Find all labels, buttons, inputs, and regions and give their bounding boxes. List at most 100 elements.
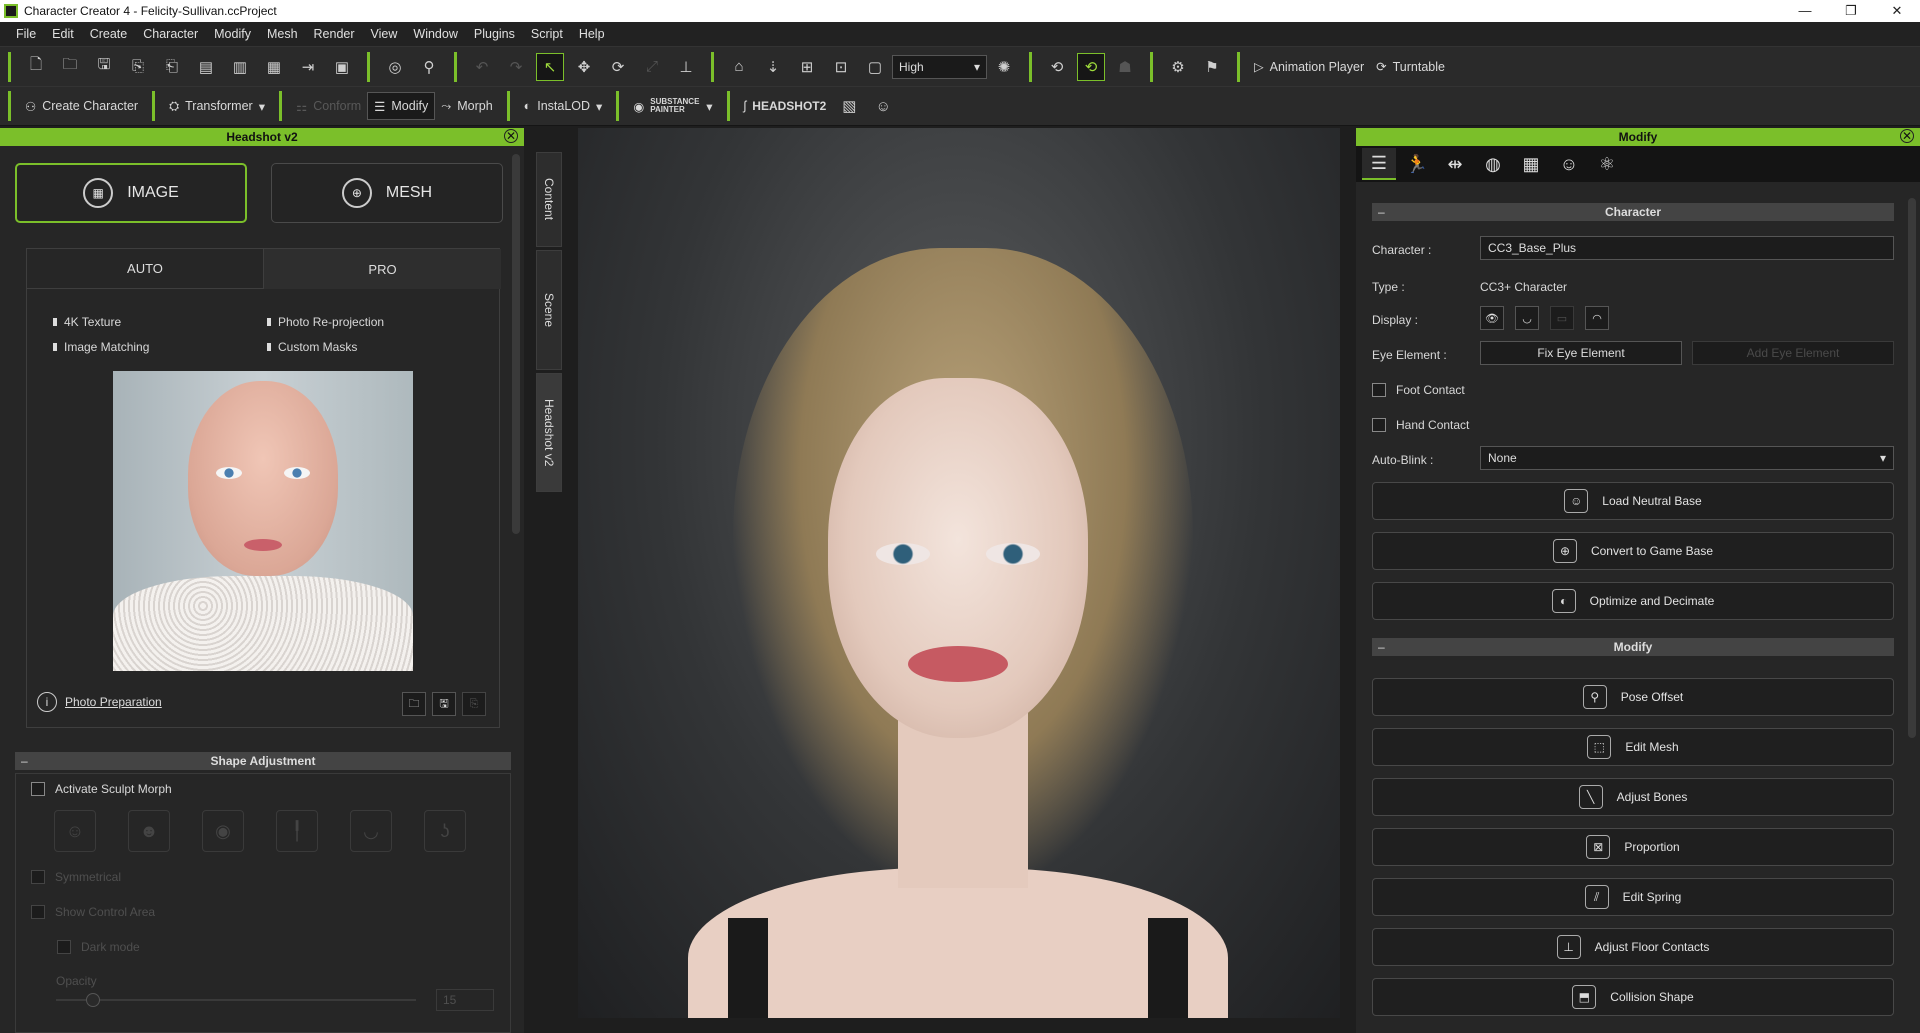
home-icon[interactable]: ⌂	[725, 53, 753, 81]
opacity-slider-handle[interactable]	[86, 993, 100, 1007]
menu-plugins[interactable]: Plugins	[466, 27, 523, 41]
select-arrow-icon[interactable]: ↖	[536, 52, 564, 81]
modify-section-header[interactable]: – Modify	[1372, 638, 1894, 656]
proportion-button[interactable]: ⊠ Proportion	[1372, 828, 1894, 866]
tab-pro[interactable]: PRO	[264, 249, 501, 289]
close-button[interactable]: ✕	[1874, 3, 1920, 19]
pose-offset-button[interactable]: ⚲ Pose Offset	[1372, 678, 1894, 716]
light-icon[interactable]: ✺	[990, 53, 1018, 81]
convert-game-base-button[interactable]: ⊕ Convert to Game Base	[1372, 532, 1894, 570]
material-tab-icon[interactable]: ◍	[1476, 148, 1510, 180]
menu-create[interactable]: Create	[82, 27, 136, 41]
import-icon[interactable]: ⎘	[124, 53, 152, 81]
texture-tab-icon[interactable]: ▦	[1514, 148, 1548, 180]
adjust-floor-contacts-button[interactable]: ⊥ Adjust Floor Contacts	[1372, 928, 1894, 966]
fix-eye-element-button[interactable]: Fix Eye Element	[1480, 341, 1682, 365]
new-file-icon[interactable]: 🗋	[22, 53, 50, 81]
menu-window[interactable]: Window	[405, 27, 465, 41]
dark-mode-checkbox[interactable]: Dark mode	[57, 940, 140, 954]
scale-icon[interactable]: ⤢	[638, 53, 666, 81]
morph-button[interactable]: ⤳ Morph	[435, 92, 498, 120]
adjust-bones-button[interactable]: ╲ Adjust Bones	[1372, 778, 1894, 816]
substance-painter-button[interactable]: ◉ SUBSTANCE PAINTER ▾	[627, 92, 718, 120]
menu-file[interactable]: File	[8, 27, 44, 41]
eyelid-icon[interactable]: ▭	[1550, 306, 1574, 330]
show-control-area-checkbox[interactable]: Show Control Area	[31, 905, 155, 919]
animation-player-button[interactable]: ▷ Animation Player	[1248, 53, 1370, 81]
fit-icon[interactable]: ⇣	[759, 53, 787, 81]
opacity-spinbox[interactable]: 15	[436, 989, 494, 1011]
send-icon[interactable]: ⇥	[294, 53, 322, 81]
mesh-mode-button[interactable]: ⊕ MESH	[271, 163, 503, 223]
attributes-tab-icon[interactable]: ☰	[1362, 148, 1396, 180]
xray-icon[interactable]: ☗	[1111, 53, 1139, 81]
3d-viewport[interactable]	[578, 128, 1340, 1018]
lower-lash-icon[interactable]: ◡	[1515, 306, 1539, 330]
activate-sculpt-checkbox[interactable]: Activate Sculpt Morph	[31, 782, 172, 796]
conform-button[interactable]: ⚏ Conform	[290, 92, 367, 120]
hand-contact-checkbox[interactable]: Hand Contact	[1372, 418, 1469, 432]
transformer-button[interactable]: ⛭ Transformer ▾	[163, 92, 271, 120]
save-icon[interactable]: 🖫	[432, 692, 456, 716]
optimize-decimate-button[interactable]: ◐ Optimize and Decimate	[1372, 582, 1894, 620]
physics-tab-icon[interactable]: ⚛	[1590, 148, 1624, 180]
menu-script[interactable]: Script	[523, 27, 571, 41]
tab-scene[interactable]: Scene	[536, 250, 562, 370]
open-folder-icon[interactable]: 🗀	[402, 692, 426, 716]
camera-icon[interactable]: ▢	[861, 53, 889, 81]
left-scrollbar[interactable]	[512, 154, 520, 534]
rotate-icon[interactable]: ⟳	[604, 53, 632, 81]
motion-tab-icon[interactable]: 🏃	[1400, 148, 1434, 180]
fbx-export-icon[interactable]: ▥	[226, 53, 254, 81]
redo-icon[interactable]: ↷	[502, 53, 530, 81]
character-icon[interactable]: ◎	[381, 53, 409, 81]
instalod-button[interactable]: ◐ InstaLOD ▾	[518, 92, 609, 120]
quality-dropdown[interactable]: High ▾	[892, 54, 987, 79]
open-folder-icon[interactable]: 🗀	[56, 53, 84, 81]
menu-modify[interactable]: Modify	[206, 27, 259, 41]
mouth-sculpt-icon[interactable]: ◡	[350, 810, 392, 852]
head-tab-icon[interactable]: ☺	[1552, 148, 1586, 180]
symmetrical-checkbox[interactable]: Symmetrical	[31, 870, 121, 884]
modify-button[interactable]: ☰ Modify	[367, 92, 436, 120]
usd-export-icon[interactable]: ▦	[260, 53, 288, 81]
menu-render[interactable]: Render	[306, 27, 363, 41]
close-icon[interactable]: ✕	[1900, 129, 1914, 143]
edit-mesh-button[interactable]: ⬚ Edit Mesh	[1372, 728, 1894, 766]
right-scrollbar[interactable]	[1908, 198, 1916, 738]
turntable-button[interactable]: ⟳ Turntable	[1370, 53, 1451, 81]
screen-icon[interactable]: ▣	[328, 53, 356, 81]
upper-lash-icon[interactable]: ◠	[1585, 306, 1609, 330]
ear-sculpt-icon[interactable]: ʖ	[424, 810, 466, 852]
image-mode-button[interactable]: ▦ IMAGE	[15, 163, 247, 223]
tab-headshot[interactable]: Headshot v2	[536, 373, 562, 492]
menu-mesh[interactable]: Mesh	[259, 27, 306, 41]
collision-shape-button[interactable]: ⬒ Collision Shape	[1372, 978, 1894, 1016]
focus-icon[interactable]: ⊡	[827, 53, 855, 81]
head-icon[interactable]: ☺	[869, 92, 897, 120]
eye-sculpt-icon[interactable]: ◉	[202, 810, 244, 852]
shape-adjustment-header[interactable]: – Shape Adjustment	[15, 752, 511, 770]
export-icon[interactable]: ⎘	[462, 692, 486, 716]
minimize-button[interactable]: —	[1782, 3, 1828, 19]
save-icon[interactable]: 🖫	[90, 53, 118, 81]
modify-gizmo-icon[interactable]: ⟲	[1077, 52, 1105, 81]
gizmo-icon[interactable]: ⟲	[1043, 53, 1071, 81]
photo-preparation-link[interactable]: i Photo Preparation	[37, 692, 162, 712]
pivot-icon[interactable]: ⊥	[672, 53, 700, 81]
close-icon[interactable]: ✕	[504, 129, 518, 143]
load-neutral-base-button[interactable]: ☺ Load Neutral Base	[1372, 482, 1894, 520]
character-section-header[interactable]: – Character	[1372, 203, 1894, 221]
menu-help[interactable]: Help	[571, 27, 613, 41]
face-sculpt-icon[interactable]: ☺	[54, 810, 96, 852]
foot-contact-checkbox[interactable]: Foot Contact	[1372, 383, 1465, 397]
menu-character[interactable]: Character	[135, 27, 206, 41]
export-icon[interactable]: ⎗	[158, 53, 186, 81]
frame-icon[interactable]: ⊞	[793, 53, 821, 81]
menu-view[interactable]: View	[363, 27, 406, 41]
eye-display-icon[interactable]: 👁	[1480, 306, 1504, 330]
menu-edit[interactable]: Edit	[44, 27, 82, 41]
move-icon[interactable]: ✥	[570, 53, 598, 81]
tab-content[interactable]: Content	[536, 152, 562, 247]
flag-icon[interactable]: ⚑	[1198, 53, 1226, 81]
